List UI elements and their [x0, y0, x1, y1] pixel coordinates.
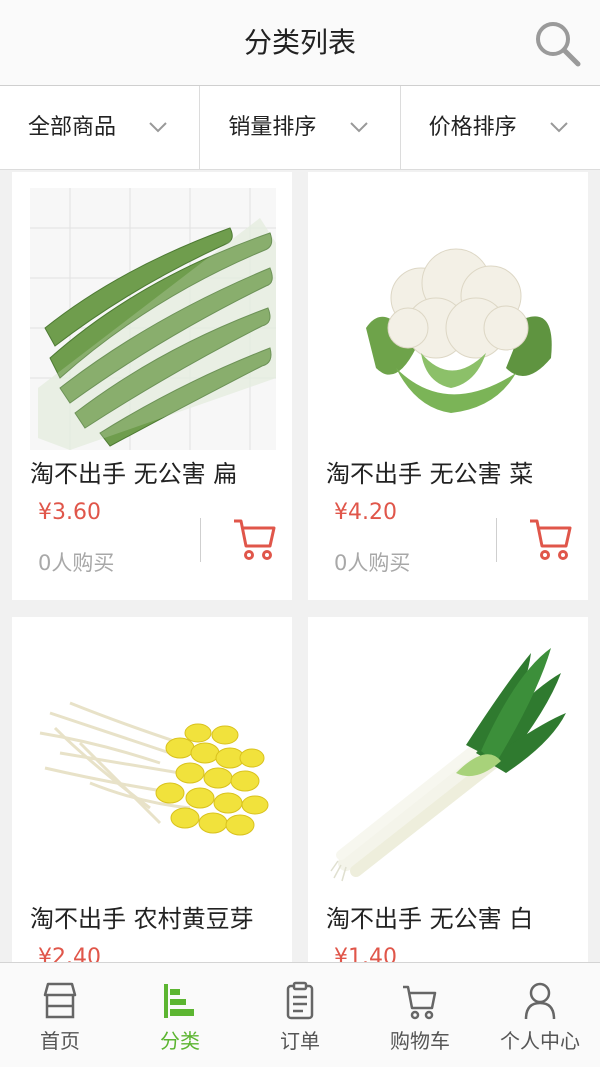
divider: [200, 518, 201, 562]
product-card[interactable]: 淘不出手 无公害 白 ¥1.40: [308, 617, 588, 962]
filter-all-products[interactable]: 全部商品: [0, 86, 201, 170]
tab-home[interactable]: 首页: [0, 963, 120, 1067]
product-price: ¥4.20: [334, 500, 397, 525]
search-icon[interactable]: [532, 18, 582, 68]
filter-label: 价格排序: [428, 115, 517, 140]
header-bar: 分类列表: [0, 0, 600, 86]
filter-price-sort[interactable]: 价格排序: [401, 86, 600, 170]
product-card[interactable]: 淘不出手 无公害 菜 ¥4.20 0人购买: [308, 172, 588, 600]
product-price: ¥1.40: [334, 945, 397, 962]
product-card[interactable]: 淘不出手 无公害 扁 ¥3.60 0人购买: [12, 172, 292, 600]
order-icon: [286, 981, 314, 1020]
tab-cart[interactable]: 购物车: [360, 963, 480, 1067]
tab-category[interactable]: 分类: [120, 963, 240, 1067]
divider: [496, 518, 497, 562]
tab-label: 购物车: [390, 1029, 450, 1053]
product-name: 淘不出手 无公害 白: [326, 905, 534, 933]
tab-label: 首页: [40, 1029, 80, 1053]
product-sold-count: 0人购买: [334, 551, 411, 575]
product-price: ¥3.60: [38, 500, 101, 525]
add-to-cart-icon[interactable]: [528, 516, 574, 562]
chevron-down-icon: [149, 122, 168, 133]
product-sold-count: 0人购买: [38, 551, 115, 575]
filter-label: 全部商品: [28, 115, 117, 140]
product-card[interactable]: 淘不出手 农村黄豆芽 ¥2.40: [12, 617, 292, 962]
chevron-down-icon: [550, 122, 568, 133]
product-name: 淘不出手 无公害 菜: [326, 460, 534, 488]
filter-sales-sort[interactable]: 销量排序: [200, 86, 401, 170]
category-icon: [164, 984, 194, 1018]
tab-label: 分类: [160, 1029, 200, 1053]
soybean-sprouts-image: [30, 633, 276, 895]
filter-bar: 全部商品 销量排序 价格排序: [0, 86, 600, 170]
scallion-image: [326, 633, 572, 895]
filter-label: 销量排序: [228, 115, 317, 140]
chevron-down-icon: [349, 122, 368, 133]
cauliflower-image: [326, 188, 572, 450]
product-price: ¥2.40: [38, 945, 101, 962]
product-name: 淘不出手 农村黄豆芽: [30, 905, 254, 933]
tab-profile[interactable]: 个人中心: [480, 963, 600, 1067]
product-name: 淘不出手 无公害 扁: [30, 460, 238, 488]
cart-icon: [403, 985, 437, 1020]
user-icon: [524, 982, 556, 1020]
tab-label: 个人中心: [500, 1029, 580, 1053]
page-title: 分类列表: [243, 26, 356, 59]
green-beans-image: [30, 188, 276, 450]
product-grid: 淘不出手 无公害 扁 ¥3.60 0人购买 淘不出手 无公害 菜 ¥4.20 0…: [0, 170, 600, 962]
tab-label: 订单: [280, 1029, 320, 1053]
add-to-cart-icon[interactable]: [232, 516, 278, 562]
tab-orders[interactable]: 订单: [240, 963, 360, 1067]
bottom-tab-bar: 首页 分类 订单 购物车 个人中心: [0, 962, 600, 1067]
store-icon: [43, 982, 77, 1019]
